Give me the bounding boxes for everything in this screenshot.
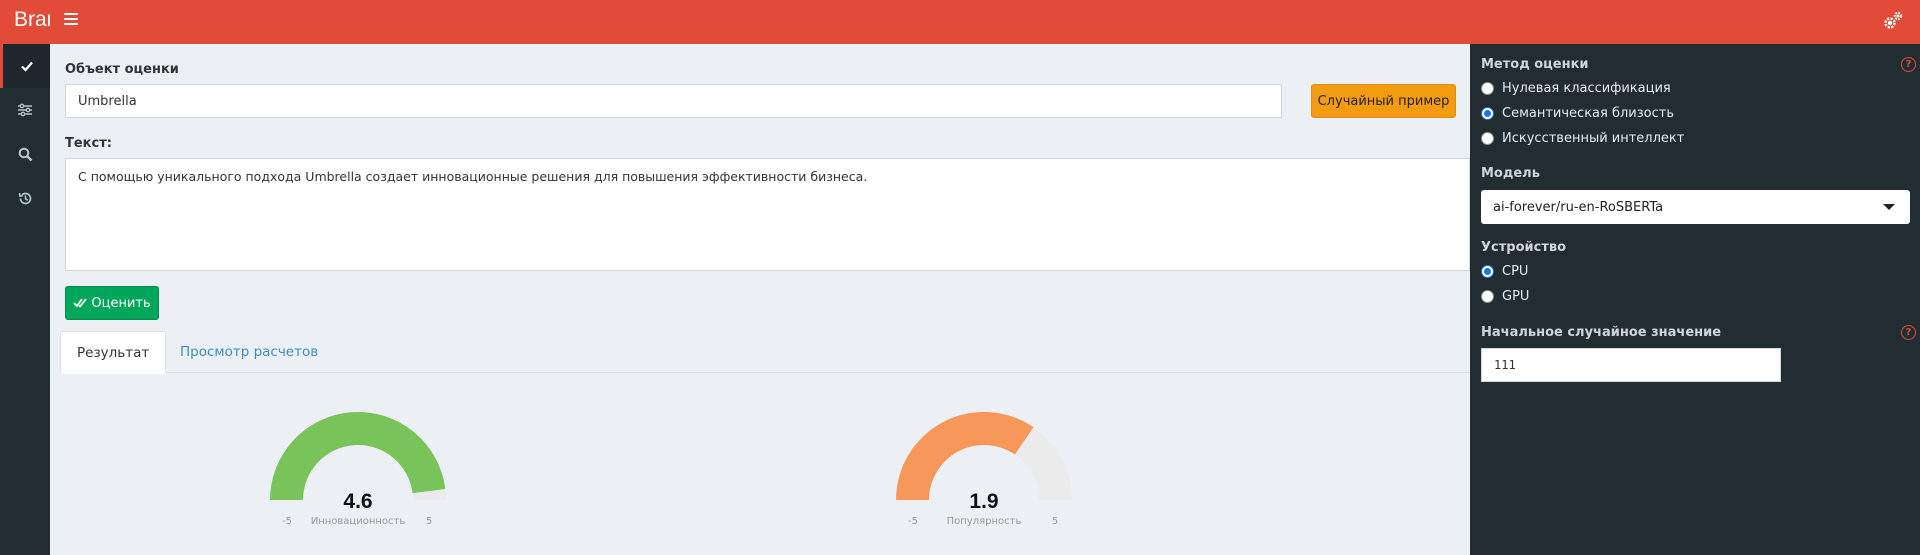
model-select[interactable]: ai-forever/ru-en-RoSBERTa [1481, 190, 1910, 224]
top-navbar: Brand [0, 0, 1920, 44]
object-label: Объект оценки [65, 62, 179, 77]
gears-icon[interactable] [1882, 10, 1904, 32]
evaluate-button[interactable]: Оценить [65, 286, 159, 320]
sidebar-item-history[interactable] [0, 176, 50, 220]
control-sidebar: Метод оценки ? Нулевая классификация Сем… [1470, 44, 1920, 555]
gauge-max: 5 [1052, 516, 1058, 527]
radio-button[interactable] [1481, 265, 1494, 278]
radio-label: CPU [1502, 264, 1529, 279]
gauge-min: -5 [282, 516, 292, 527]
gauge-fill [896, 412, 1034, 500]
evaluate-button-label: Оценить [91, 295, 151, 311]
method-label: Метод оценки [1481, 57, 1589, 72]
brand-logo[interactable]: Brand [0, 0, 50, 44]
random-example-button[interactable]: Случайный пример [1311, 84, 1456, 118]
seed-label: Начальное случайное значение [1481, 325, 1722, 340]
sidebar-item-analysis[interactable] [0, 132, 50, 176]
seed-input[interactable]: 111 [1481, 348, 1781, 382]
search-icon [18, 147, 32, 161]
gauge-label: Инновационность [311, 516, 406, 527]
sidebar-item-evaluate[interactable] [0, 44, 50, 88]
radio-ai[interactable]: Искусственный интеллект [1481, 131, 1684, 146]
gauge-max: 5 [426, 516, 432, 527]
gauge-min: -5 [908, 516, 918, 527]
gauge-value: 1.9 [969, 490, 998, 513]
radio-button[interactable] [1481, 82, 1494, 95]
text-area[interactable]: С помощью уникального подхода Umbrella с… [65, 158, 1470, 271]
device-label: Устройство [1481, 240, 1567, 255]
tab-result[interactable]: Результат [60, 331, 167, 374]
sliders-icon [18, 103, 32, 117]
radio-gpu[interactable]: GPU [1481, 289, 1529, 304]
radio-label: Искусственный интеллект [1502, 131, 1685, 146]
gauge-fill [270, 411, 446, 500]
text-label: Текст: [65, 136, 112, 151]
result-tabs: Результат Просмотр расчетов [60, 331, 1470, 374]
radio-semantic[interactable]: Семантическая близость [1481, 106, 1674, 121]
radio-button[interactable] [1481, 107, 1494, 120]
main-content: Объект оценки Umbrella Случайный пример … [50, 44, 1470, 555]
sidebar-item-settings[interactable] [0, 88, 50, 132]
history-icon [18, 192, 31, 204]
object-input[interactable]: Umbrella [65, 84, 1282, 118]
radio-zero-shot[interactable]: Нулевая классификация [1481, 81, 1671, 96]
help-icon[interactable]: ? [1901, 325, 1916, 340]
radio-button[interactable] [1481, 290, 1494, 303]
tab-calculations[interactable]: Просмотр расчетов [164, 331, 334, 373]
sidebar [0, 44, 50, 555]
radio-label: GPU [1502, 289, 1530, 304]
gauge-label: Популярность [947, 516, 1022, 527]
radio-label: Нулевая классификация [1502, 81, 1671, 96]
radio-cpu[interactable]: CPU [1481, 264, 1528, 279]
help-icon[interactable]: ? [1901, 57, 1916, 72]
radio-button[interactable] [1481, 132, 1494, 145]
model-select-value: ai-forever/ru-en-RoSBERTa [1493, 199, 1664, 215]
gauge-innovation: 4.6 Инновационность -5 5 [265, 378, 485, 527]
check-double-icon [73, 298, 88, 308]
radio-label: Семантическая близость [1502, 106, 1674, 121]
gauge-value: 4.6 [343, 490, 372, 513]
caret-down-icon [1883, 204, 1895, 210]
hamburger-icon[interactable] [64, 13, 78, 27]
check-icon [20, 61, 33, 72]
gauge-popularity: 1.9 Популярность -5 5 [891, 378, 1111, 527]
model-label: Модель [1481, 166, 1540, 181]
